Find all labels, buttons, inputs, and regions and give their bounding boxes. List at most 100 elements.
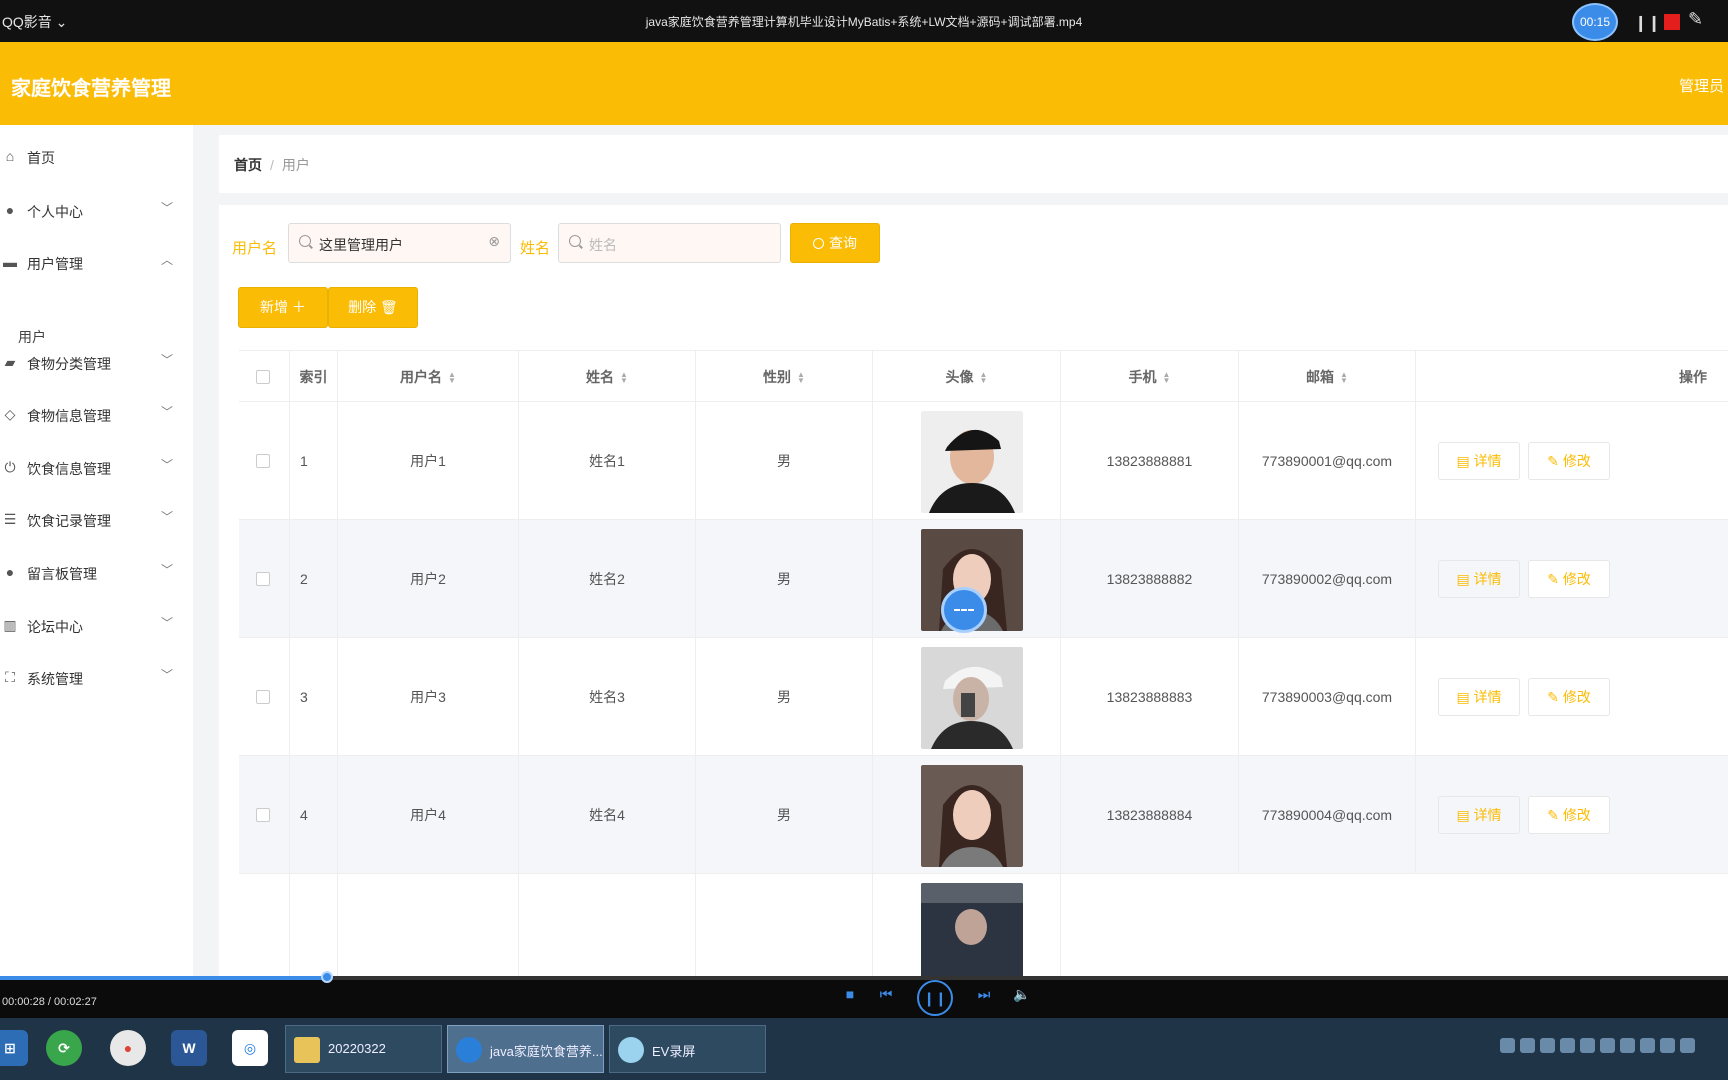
- tray-app-icon[interactable]: [1620, 1038, 1635, 1053]
- chevron-down-icon: ﹀: [161, 563, 174, 577]
- sidebar-item-food-category[interactable]: ▰ 食物分类管理 ﹀: [0, 343, 193, 383]
- chrome-icon[interactable]: ●: [110, 1030, 146, 1066]
- detail-button[interactable]: ▤ 详情: [1438, 796, 1520, 834]
- system-tray: [1500, 1038, 1728, 1060]
- tray-app-icon[interactable]: [1600, 1038, 1615, 1053]
- cell-phone: 13823888883: [1061, 638, 1239, 756]
- sort-icon: ▲ ▼: [797, 370, 805, 385]
- sidebar-item-message-board[interactable]: ● 留言板管理 ﹀: [0, 553, 193, 593]
- table-header: 索引 用户名 ▲ ▼ 姓名 ▲ ▼ 性别 ▲ ▼ 头像 ▲ ▼ 手机 ▲ ▼ 邮箱 ▲ ▼ 操作: [239, 350, 1728, 403]
- sidebar-item-user-management[interactable]: ▬ 用户管理 ︿: [0, 243, 193, 283]
- sidebar-item-label: 饮食记录管理: [27, 513, 111, 529]
- keyboard-icon[interactable]: [1500, 1038, 1515, 1053]
- row-select-cell: [239, 520, 290, 638]
- detail-button[interactable]: ▤ 详情: [1438, 560, 1520, 598]
- previous-icon[interactable]: ⏮: [876, 986, 896, 1003]
- tray-app-icon[interactable]: [1640, 1038, 1655, 1053]
- volume-icon[interactable]: 🔈: [1012, 986, 1032, 1003]
- recorder-pen-icon[interactable]: ✎: [1688, 9, 1703, 30]
- recorder-stop-icon[interactable]: [1664, 14, 1680, 30]
- sidebar-item-diet-info[interactable]: ⏻ 饮食信息管理 ﹀: [0, 448, 193, 488]
- ev-recorder-icon: [618, 1037, 644, 1063]
- add-button[interactable]: 新增 ＋: [238, 287, 328, 328]
- tray-arrow-icon[interactable]: [1520, 1038, 1535, 1053]
- header-avatar[interactable]: 头像 ▲ ▼: [873, 351, 1061, 403]
- sidebar-item-diet-record[interactable]: ☰ 饮食记录管理 ﹀: [0, 500, 193, 540]
- edit-button[interactable]: ✎ 修改: [1528, 442, 1610, 480]
- recorder-floating-button[interactable]: [941, 587, 987, 633]
- query-button-label: 查询: [829, 235, 857, 251]
- tray-app-icon[interactable]: [1580, 1038, 1595, 1053]
- start-icon[interactable]: ⊞: [0, 1030, 28, 1066]
- cell-email: 773890001@qq.com: [1239, 402, 1416, 520]
- header-gender[interactable]: 性别 ▲ ▼: [696, 351, 873, 403]
- header-phone[interactable]: 手机 ▲ ▼: [1061, 351, 1239, 403]
- detail-button-label: 详情: [1473, 453, 1502, 469]
- row-select-cell: [239, 874, 290, 976]
- taskbar-window-folder[interactable]: 20220322: [285, 1025, 442, 1073]
- delete-button[interactable]: 删除 🗑: [328, 287, 418, 328]
- header-email-label: 邮箱: [1306, 369, 1334, 385]
- header-username[interactable]: 用户名 ▲ ▼: [338, 351, 519, 403]
- query-button[interactable]: 查询: [790, 223, 880, 263]
- pause-button[interactable]: ❙❙: [917, 980, 953, 1016]
- sidebar-item-home[interactable]: ⌂ 首页: [0, 137, 193, 177]
- recorder-pause-icon[interactable]: ❙❙: [1634, 13, 1661, 33]
- edit-button-label: 修改: [1562, 689, 1591, 705]
- username-search-input[interactable]: 这里管理用户 ⊗: [288, 223, 511, 263]
- cell-index: [290, 874, 338, 976]
- name-label: 姓名: [520, 240, 551, 257]
- player-title-bar: QQ影音 ⌄ java家庭饮食营养管理计算机毕业设计MyBatis+系统+LW文…: [0, 0, 1728, 42]
- network-icon[interactable]: [1660, 1038, 1675, 1053]
- clear-icon[interactable]: ⊗: [488, 233, 500, 250]
- user-table: 索引 用户名 ▲ ▼ 姓名 ▲ ▼ 性别 ▲ ▼ 头像 ▲ ▼ 手机 ▲ ▼ 邮箱 ▲ ▼ 操作 1 用…: [239, 350, 1728, 976]
- header-email[interactable]: 邮箱 ▲ ▼: [1239, 351, 1416, 403]
- sidebar-item-system[interactable]: ⛶ 系统管理 ﹀: [0, 658, 193, 698]
- sidebar-item-forum[interactable]: ▥ 论坛中心 ﹀: [0, 606, 193, 646]
- sidebar-item-profile[interactable]: ● 个人中心 ﹀: [0, 191, 193, 231]
- detail-button[interactable]: ▤ 详情: [1438, 442, 1520, 480]
- taskbar-window-label: EV录屏: [652, 1044, 696, 1059]
- edit-button[interactable]: ✎ 修改: [1528, 796, 1610, 834]
- edit-button[interactable]: ✎ 修改: [1528, 560, 1610, 598]
- breadcrumb-home[interactable]: 首页: [234, 157, 262, 173]
- cell-avatar: [873, 402, 1061, 520]
- avatar-image[interactable]: [921, 647, 1023, 749]
- avatar-image[interactable]: [921, 765, 1023, 867]
- edit-button[interactable]: ✎ 修改: [1528, 678, 1610, 716]
- cloud-app-icon[interactable]: ◎: [232, 1030, 268, 1066]
- avatar-image[interactable]: [921, 883, 1023, 976]
- playback-progress-handle[interactable]: [321, 971, 334, 983]
- cell-email: 773890003@qq.com: [1239, 638, 1416, 756]
- next-icon[interactable]: ⏭: [974, 986, 994, 1003]
- row-checkbox[interactable]: [256, 808, 270, 822]
- detail-button[interactable]: ▤ 详情: [1438, 678, 1520, 716]
- taskbar: ⊞ ⟳ ● W ◎ 20220322 java家庭饮食营养... EV录屏: [0, 1018, 1728, 1080]
- cell-index: 4: [290, 756, 338, 874]
- avatar-image[interactable]: [921, 411, 1023, 513]
- cell-name: 姓名3: [519, 638, 696, 756]
- tray-app-icon[interactable]: [1540, 1038, 1555, 1053]
- taskbar-window-ev-recorder[interactable]: EV录屏: [609, 1025, 766, 1073]
- volume-icon[interactable]: [1680, 1038, 1695, 1053]
- playback-progress-bar[interactable]: [0, 971, 1728, 983]
- refresh-app-icon[interactable]: ⟳: [46, 1030, 82, 1066]
- stop-icon[interactable]: ■: [842, 986, 858, 1002]
- row-checkbox[interactable]: [256, 572, 270, 586]
- chevron-down-icon: ﹀: [161, 201, 174, 215]
- taskbar-window-player[interactable]: java家庭饮食营养...: [447, 1025, 604, 1073]
- user-role-menu[interactable]: 管理员: [1679, 75, 1724, 96]
- cell-gender: 男: [696, 756, 873, 874]
- row-checkbox[interactable]: [256, 690, 270, 704]
- player-controls: 00:00:28 / 00:02:27 ■ ⏮ ❙❙ ⏭ 🔈: [0, 971, 1728, 1018]
- screen: QQ影音 ⌄ java家庭饮食营养管理计算机毕业设计MyBatis+系统+LW文…: [0, 0, 1728, 1080]
- name-search-input[interactable]: 姓名: [558, 223, 781, 263]
- username-label: 用户名: [232, 240, 278, 257]
- tray-app-icon[interactable]: [1560, 1038, 1575, 1053]
- sidebar-item-food-info[interactable]: ◇ 食物信息管理 ﹀: [0, 395, 193, 435]
- header-name[interactable]: 姓名 ▲ ▼: [519, 351, 696, 403]
- select-all-checkbox[interactable]: [256, 370, 270, 384]
- word-icon[interactable]: W: [171, 1030, 207, 1066]
- row-checkbox[interactable]: [256, 454, 270, 468]
- cell-phone: 13823888881: [1061, 402, 1239, 520]
